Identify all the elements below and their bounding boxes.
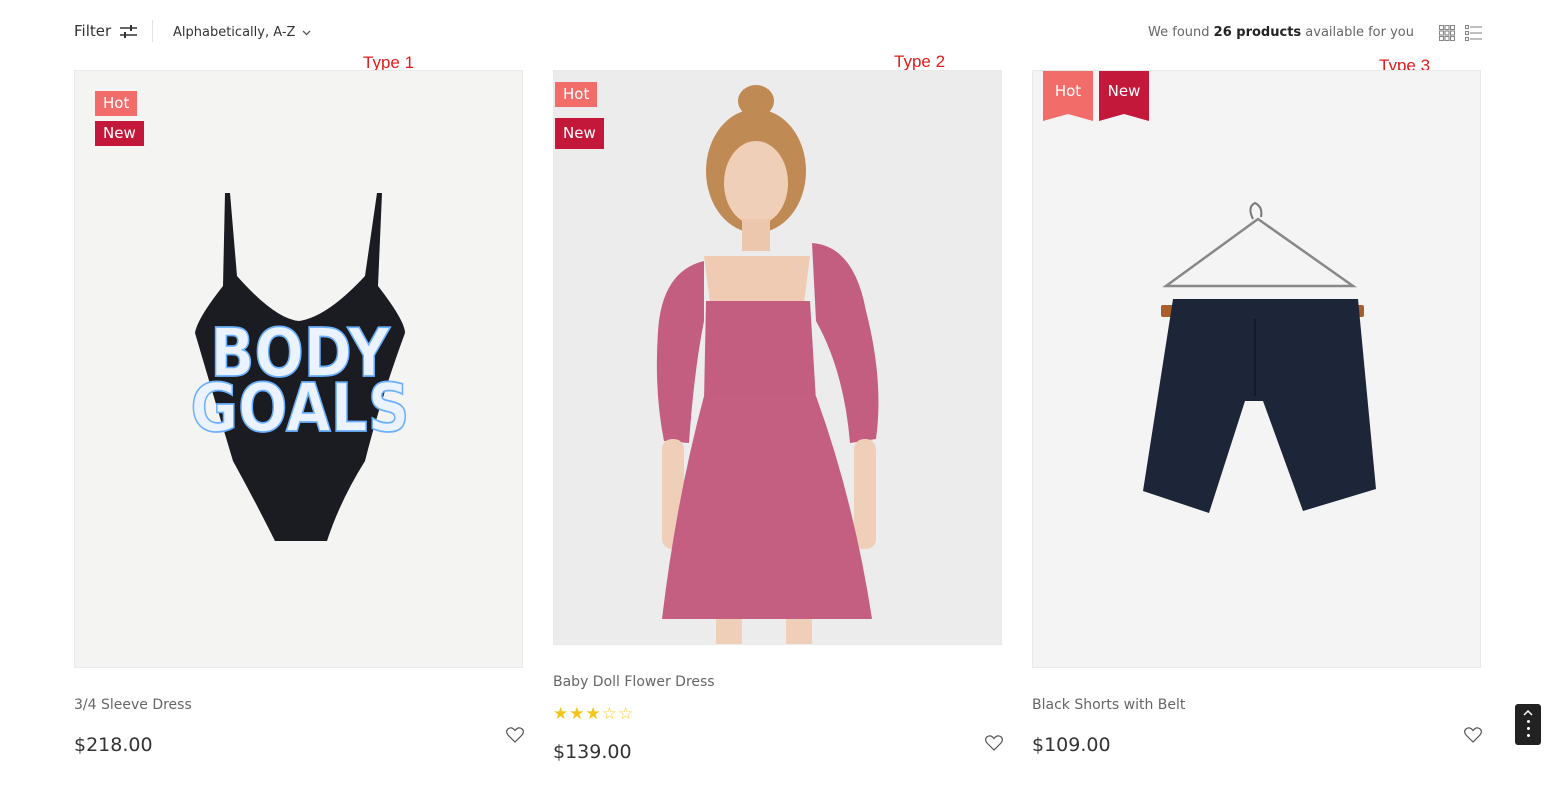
bodysuit-image: BODY GOALS xyxy=(75,71,522,667)
sort-value: Alphabetically, A-Z xyxy=(173,25,296,40)
hot-badge: Hot xyxy=(555,82,598,107)
new-badge: New xyxy=(555,118,604,149)
product-price: $218.00 xyxy=(74,734,153,756)
shorts-image xyxy=(1033,71,1480,667)
result-suffix: available for you xyxy=(1305,25,1414,40)
rating-stars: ★ ★ ★ ☆ ☆ xyxy=(553,705,633,723)
chevron-up-icon xyxy=(1523,710,1533,716)
product-price: $139.00 xyxy=(553,741,632,763)
hot-badge: Hot xyxy=(95,91,138,116)
star-filled-icon: ★ xyxy=(569,704,585,724)
new-badge: New xyxy=(1099,71,1149,121)
grid-view-icon[interactable] xyxy=(1439,25,1455,41)
type-annotation-2: Type 2 xyxy=(894,52,946,71)
product-title[interactable]: 3/4 Sleeve Dress xyxy=(74,697,192,713)
new-badge: New xyxy=(95,121,144,146)
list-view-icon[interactable] xyxy=(1465,25,1482,41)
dot-icon xyxy=(1526,734,1530,737)
result-count-text: We found 26 products available for you xyxy=(1148,25,1414,40)
product-title[interactable]: Black Shorts with Belt xyxy=(1032,697,1185,713)
sort-dropdown[interactable]: Alphabetically, A-Z xyxy=(173,25,311,40)
product-card: Hot New Baby Doll Flower Dress ★ ★ ★ ☆ ☆ $13… xyxy=(553,70,1003,770)
star-filled-icon: ★ xyxy=(553,704,569,724)
star-empty-icon: ☆ xyxy=(601,704,617,724)
product-price: $109.00 xyxy=(1032,734,1111,756)
star-empty-icon: ☆ xyxy=(618,704,634,724)
dot-icon xyxy=(1526,727,1530,730)
product-image[interactable]: Hot New xyxy=(553,70,1002,645)
product-title[interactable]: Baby Doll Flower Dress xyxy=(553,674,715,690)
shop-toolbar: Filter Alphabetically, A-Z We found 26 p… xyxy=(74,18,1482,48)
sliders-icon xyxy=(120,24,138,38)
heart-icon[interactable] xyxy=(1464,727,1482,743)
dot-icon xyxy=(1526,720,1530,723)
chevron-down-icon xyxy=(302,30,311,35)
filter-label: Filter xyxy=(74,22,112,40)
heart-icon[interactable] xyxy=(506,727,524,743)
product-image[interactable]: Hot New xyxy=(1032,70,1481,668)
filter-button[interactable]: Filter xyxy=(74,22,138,40)
result-count: 26 products xyxy=(1213,25,1302,40)
scroll-top-button[interactable] xyxy=(1515,704,1541,745)
product-card: Hot New Black Shorts with Belt $109.00 xyxy=(1032,70,1482,760)
heart-icon[interactable] xyxy=(985,735,1003,751)
hot-badge: Hot xyxy=(1043,71,1093,121)
toolbar-divider xyxy=(152,20,153,42)
result-prefix: We found xyxy=(1148,25,1210,40)
svg-text:GOALS: GOALS xyxy=(191,369,410,447)
product-image[interactable]: BODY GOALS Hot New xyxy=(74,70,523,668)
model-dress-image xyxy=(554,71,1001,644)
product-card: BODY GOALS Hot New 3/4 Sleeve Dress $218… xyxy=(74,70,524,760)
star-filled-icon: ★ xyxy=(585,704,601,724)
